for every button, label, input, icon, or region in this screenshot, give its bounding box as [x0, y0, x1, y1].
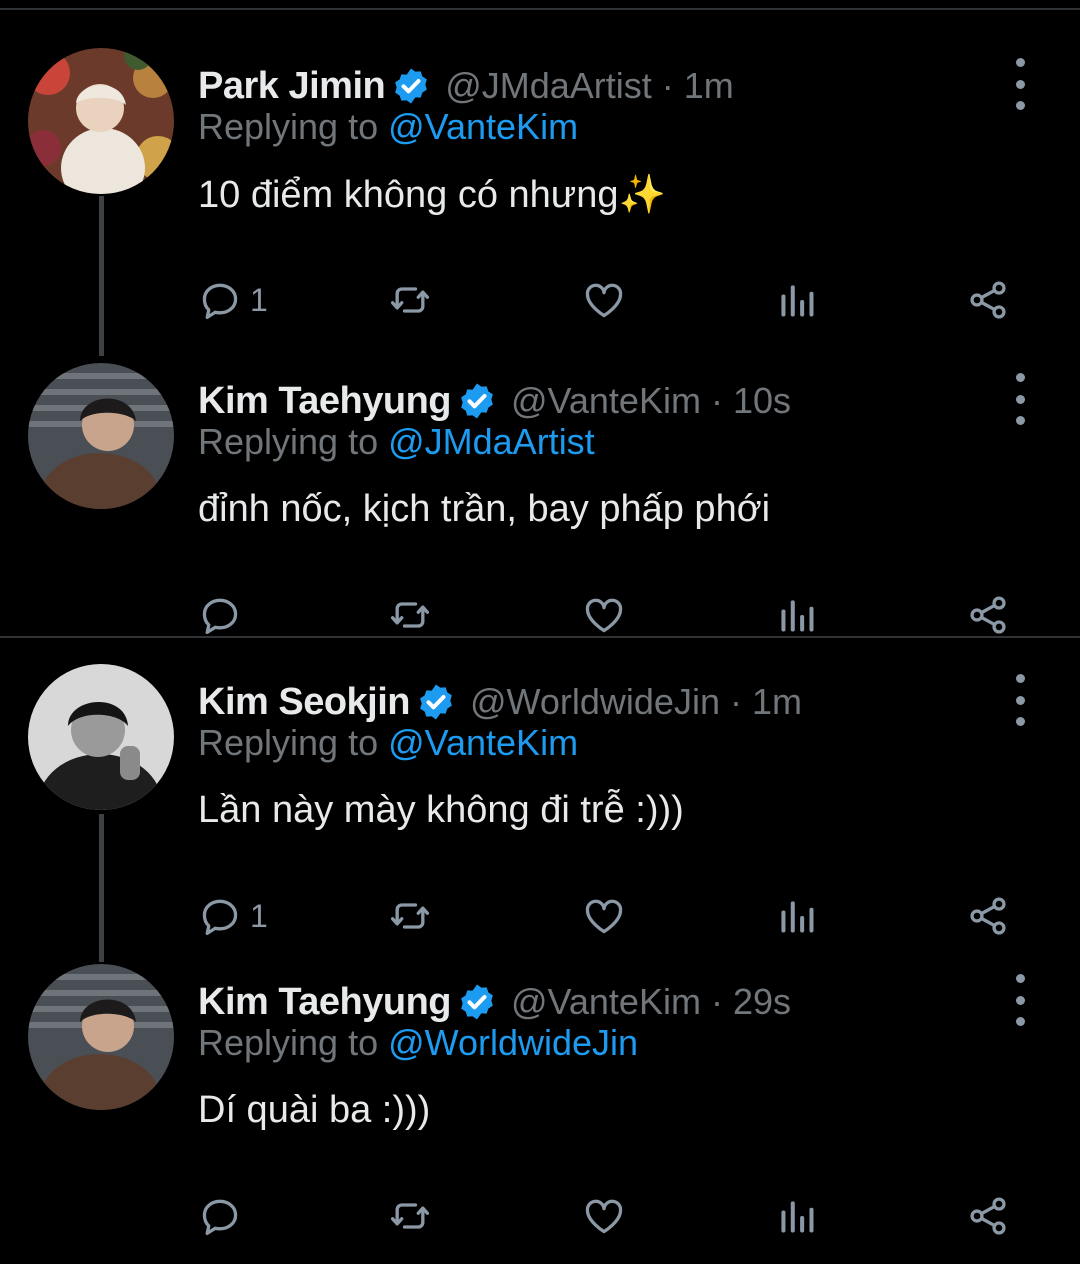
timestamp: · 10s [700, 380, 791, 421]
like-button[interactable] [582, 585, 626, 645]
analytics-icon [775, 593, 819, 637]
verified-badge-icon [457, 381, 497, 421]
like-icon [582, 894, 626, 938]
analytics-icon [775, 1194, 819, 1238]
handle[interactable]: @JMdaArtist [445, 65, 652, 106]
avatar[interactable] [28, 363, 174, 509]
handle[interactable]: @VanteKim [511, 380, 701, 421]
replying-to-mention[interactable]: @JMdaArtist [388, 421, 595, 462]
display-name[interactable]: Park Jimin [198, 65, 386, 108]
retweet-button[interactable] [388, 270, 432, 330]
tweet[interactable]: Kim Taehyung @VanteKim · 10s Replying to… [0, 363, 1080, 663]
avatar[interactable] [28, 48, 174, 194]
replying-to: Replying to @VanteKim [198, 106, 578, 148]
share-button[interactable] [966, 270, 1010, 330]
share-icon [966, 278, 1010, 322]
replying-to-label: Replying to [198, 722, 389, 763]
retweet-icon [388, 894, 432, 938]
reply-count: 1 [250, 281, 268, 318]
tweet-text: đỉnh nốc, kịch trần, bay phấp phới [198, 488, 771, 530]
action-bar: 1 [0, 886, 1080, 946]
like-icon [582, 593, 626, 637]
analytics-button[interactable] [775, 270, 819, 330]
display-name[interactable]: Kim Taehyung [198, 981, 452, 1024]
share-button[interactable] [966, 1186, 1010, 1246]
analytics-button[interactable] [775, 886, 819, 946]
reply-button[interactable]: 1 [198, 886, 268, 946]
replying-to-label: Replying to [198, 421, 389, 462]
retweet-icon [388, 593, 432, 637]
handle[interactable]: @VanteKim [511, 981, 701, 1022]
reply-icon [198, 278, 242, 322]
reply-icon [198, 894, 242, 938]
display-name[interactable]: Kim Seokjin [198, 681, 411, 724]
avatar[interactable] [28, 964, 174, 1110]
replying-to: Replying to @WorldwideJin [198, 1022, 638, 1064]
replying-to-label: Replying to [198, 106, 389, 147]
like-button[interactable] [582, 270, 626, 330]
handle-and-time: @VanteKim · 29s [511, 981, 791, 1023]
analytics-button[interactable] [775, 1186, 819, 1246]
tweet[interactable]: Kim Seokjin @WorldwideJin · 1m Replying … [0, 664, 1080, 964]
reply-button[interactable] [198, 585, 250, 645]
share-button[interactable] [966, 585, 1010, 645]
more-icon[interactable] [1000, 674, 1040, 726]
reply-count: 1 [250, 897, 268, 934]
reply-button[interactable] [198, 1186, 250, 1246]
analytics-icon [775, 894, 819, 938]
display-name[interactable]: Kim Taehyung [198, 380, 452, 423]
like-button[interactable] [582, 886, 626, 946]
action-bar: 1 [0, 270, 1080, 330]
retweet-button[interactable] [388, 886, 432, 946]
share-icon [966, 1194, 1010, 1238]
replying-to-mention[interactable]: @VanteKim [388, 106, 578, 147]
handle[interactable]: @WorldwideJin [470, 681, 720, 722]
retweet-icon [388, 1194, 432, 1238]
tweet-text: Lần này mày không đi trễ :))) [198, 789, 684, 831]
avatar[interactable] [28, 664, 174, 810]
handle-and-time: @VanteKim · 10s [511, 380, 791, 422]
share-button[interactable] [966, 886, 1010, 946]
handle-and-time: @WorldwideJin · 1m [470, 681, 802, 723]
timestamp: · 1m [651, 65, 734, 106]
verified-badge-icon [391, 66, 431, 106]
like-button[interactable] [582, 1186, 626, 1246]
replying-to: Replying to @VanteKim [198, 722, 578, 764]
tweet-text: 10 điểm không có nhưng✨ [198, 174, 666, 216]
action-bar [0, 1186, 1080, 1246]
verified-badge-icon [416, 682, 456, 722]
reply-icon [198, 1194, 242, 1238]
top-divider [0, 8, 1080, 10]
replying-to-label: Replying to [198, 1022, 389, 1063]
replying-to: Replying to @JMdaArtist [198, 421, 595, 463]
share-icon [966, 593, 1010, 637]
like-icon [582, 1194, 626, 1238]
share-icon [966, 894, 1010, 938]
reply-button[interactable]: 1 [198, 270, 268, 330]
timestamp: · 1m [719, 681, 802, 722]
replying-to-mention[interactable]: @WorldwideJin [388, 1022, 638, 1063]
timestamp: · 29s [700, 981, 791, 1022]
more-icon[interactable] [1000, 58, 1040, 110]
analytics-icon [775, 278, 819, 322]
retweet-button[interactable] [388, 1186, 432, 1246]
tweet[interactable]: Park Jimin @JMdaArtist · 1m Replying to … [0, 48, 1080, 348]
tweet[interactable]: Kim Taehyung @VanteKim · 29s Replying to… [0, 964, 1080, 1264]
tweet-text: Dí quài ba :))) [198, 1089, 431, 1131]
handle-and-time: @JMdaArtist · 1m [445, 65, 734, 107]
like-icon [582, 278, 626, 322]
retweet-button[interactable] [388, 585, 432, 645]
verified-badge-icon [457, 982, 497, 1022]
reply-icon [198, 593, 242, 637]
more-icon[interactable] [1000, 974, 1040, 1026]
more-icon[interactable] [1000, 373, 1040, 425]
replying-to-mention[interactable]: @VanteKim [388, 722, 578, 763]
retweet-icon [388, 278, 432, 322]
analytics-button[interactable] [775, 585, 819, 645]
action-bar [0, 585, 1080, 645]
